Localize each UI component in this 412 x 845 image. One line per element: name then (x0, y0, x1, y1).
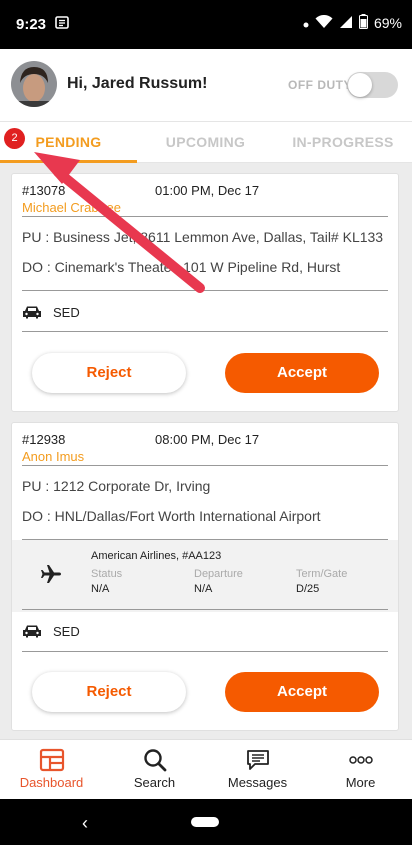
trip-time: 01:00 PM, Dec 17 (155, 183, 260, 198)
car-icon (22, 624, 42, 643)
nav-label: Messages (227, 775, 288, 790)
passenger-name: Anon Imus (22, 449, 85, 464)
tab-in-progress[interactable]: IN-PROGRESS (274, 122, 412, 163)
battery-icon (358, 14, 368, 32)
battery-percent: 69% (373, 15, 402, 31)
car-icon (22, 305, 42, 324)
signal-icon (339, 15, 353, 32)
more-icon (348, 748, 374, 772)
passenger-name: Michael Crabtree (22, 200, 121, 215)
wifi-icon (315, 14, 333, 32)
trip-tabs: PENDING UPCOMING IN-PROGRESS (0, 121, 412, 163)
trip-time: 08:00 PM, Dec 17 (155, 432, 260, 447)
avatar[interactable] (11, 61, 57, 107)
nav-label: More (345, 775, 376, 790)
divider (22, 609, 388, 610)
pickup-address: PU : 1212 Corporate Dr, Irving (22, 478, 211, 494)
flight-gate-value: D/25 (296, 583, 320, 595)
divider (22, 290, 388, 291)
duty-status-label: OFF DUTY (288, 78, 352, 92)
greeting-text: Hi, Jared Russum! (67, 75, 208, 92)
toggle-knob (348, 73, 372, 97)
flight-status-label: Status (91, 568, 123, 580)
divider (22, 331, 388, 332)
messages-icon (245, 748, 271, 772)
nav-label: Search (133, 775, 176, 790)
pending-count-badge: 2 (4, 128, 25, 149)
trip-card[interactable]: #12938 08:00 PM, Dec 17 Anon Imus PU : 1… (11, 422, 399, 731)
accept-button[interactable]: Accept (225, 353, 379, 393)
search-icon (142, 748, 168, 772)
status-time: 9:23 (16, 16, 47, 33)
reject-button[interactable]: Reject (32, 672, 186, 712)
status-bar: 9:23 69% (0, 0, 412, 49)
system-navigation-bar: ‹ (0, 799, 412, 845)
dashboard-icon (39, 748, 65, 772)
notification-icon (55, 16, 69, 34)
dropoff-address: DO : Cinemark's Theater, 101 W Pipeline … (22, 259, 341, 275)
flight-departure-label: Departure (194, 568, 243, 580)
vehicle-type: SED (53, 305, 80, 320)
tab-upcoming[interactable]: UPCOMING (137, 122, 274, 163)
flight-status-value: N/A (91, 583, 110, 595)
nav-dashboard[interactable]: Dashboard (0, 740, 103, 800)
flight-name: American Airlines, #AA123 (91, 550, 222, 562)
nav-label: Dashboard (19, 775, 84, 790)
divider (22, 465, 388, 466)
trip-id: #13078 (22, 183, 66, 198)
dropoff-address: DO : HNL/Dallas/Fort Worth International… (22, 508, 321, 524)
pickup-address: PU : Business Jet, 8611 Lemmon Ave, Dall… (22, 229, 384, 245)
flight-info: American Airlines, #AA123 Status N/A Dep… (12, 540, 398, 612)
trip-id: #12938 (22, 432, 66, 447)
trip-card[interactable]: #13078 01:00 PM, Dec 17 Michael Crabtree… (11, 173, 399, 412)
flight-departure-value: N/A (194, 583, 213, 595)
back-icon[interactable]: ‹ (82, 813, 88, 834)
nav-more[interactable]: More (309, 740, 412, 800)
flight-gate-label: Term/Gate (296, 568, 348, 580)
home-pill[interactable] (191, 817, 219, 827)
nav-search[interactable]: Search (103, 740, 206, 800)
app-header: Hi, Jared Russum! OFF DUTY (0, 49, 412, 121)
dot-icon (303, 15, 309, 31)
bottom-navigation: Dashboard Search Messages More (0, 739, 412, 799)
divider (22, 216, 388, 217)
divider (22, 651, 388, 652)
nav-messages[interactable]: Messages (206, 740, 309, 800)
accept-button[interactable]: Accept (225, 672, 379, 712)
reject-button[interactable]: Reject (32, 353, 186, 393)
duty-toggle[interactable] (347, 72, 398, 98)
airplane-icon (40, 564, 62, 589)
vehicle-type: SED (53, 624, 80, 639)
